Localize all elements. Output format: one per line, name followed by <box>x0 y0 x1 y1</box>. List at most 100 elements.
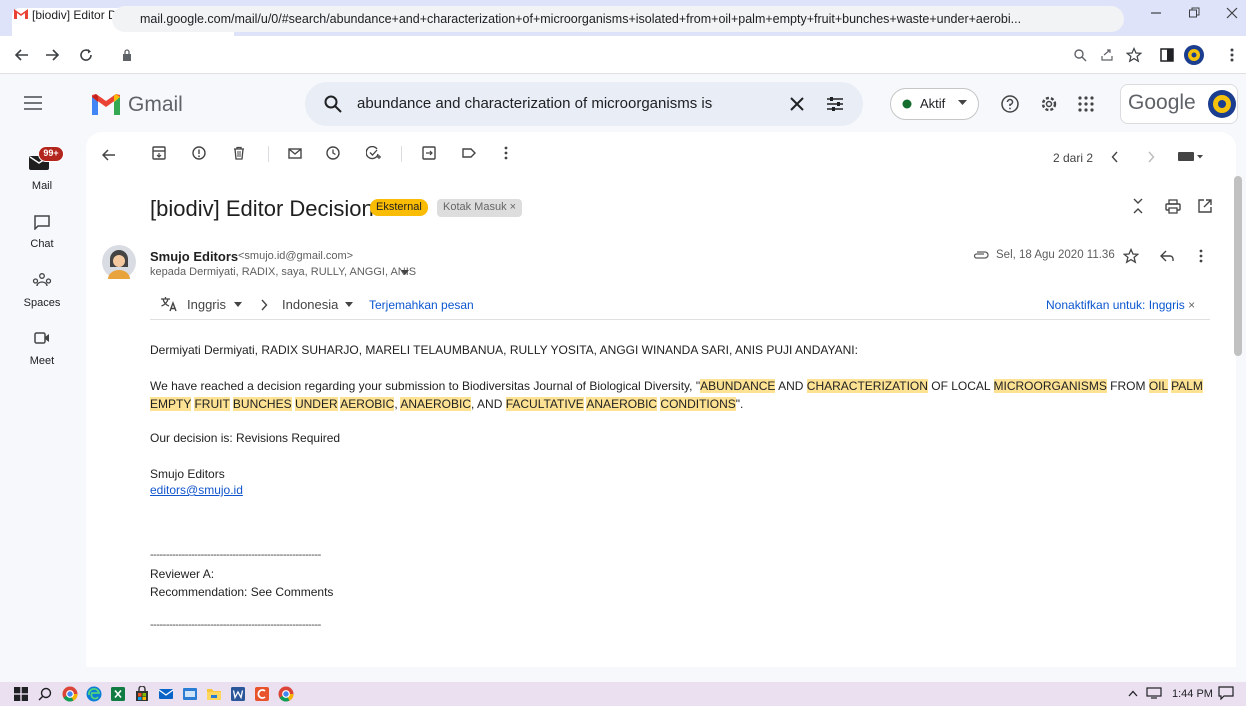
search-input[interactable]: abundance and characterization of microo… <box>357 95 713 112</box>
add-task-icon[interactable] <box>366 146 382 160</box>
email-subject: [biodiv] Editor Decision <box>150 196 374 221</box>
back-arrow-icon[interactable] <box>14 47 30 63</box>
message-more-icon[interactable] <box>1199 249 1203 263</box>
reload-icon[interactable] <box>78 47 94 63</box>
editors-email-link[interactable]: editors@smujo.id <box>150 483 243 497</box>
minimize-icon[interactable] <box>1150 7 1162 19</box>
tray-chevron-up-icon[interactable] <box>1128 690 1138 697</box>
remove-label-icon[interactable]: × <box>510 201 516 213</box>
sender-avatar[interactable] <box>102 245 136 279</box>
move-to-icon[interactable] <box>422 146 436 160</box>
sender-name[interactable]: Smujo Editors <box>150 249 238 264</box>
store-taskbar-icon[interactable] <box>134 686 150 702</box>
app-taskbar-icon[interactable] <box>182 686 198 702</box>
taskbar-clock[interactable]: 1:44 PM <box>1172 688 1213 700</box>
back-to-list-icon[interactable] <box>102 148 116 162</box>
mark-unread-icon[interactable] <box>288 146 302 160</box>
office-taskbar-icon[interactable] <box>254 686 270 702</box>
url-text[interactable]: mail.google.com/mail/u/0/#search/abundan… <box>140 12 1080 26</box>
rail-label-chat[interactable]: Chat <box>14 238 70 250</box>
meet-icon[interactable] <box>34 331 50 345</box>
input-tools-icon[interactable] <box>1178 150 1204 162</box>
body-text-segment: AND <box>775 379 807 393</box>
collapse-all-icon[interactable] <box>1132 198 1144 214</box>
profile-avatar[interactable] <box>1184 45 1204 65</box>
inbox-label-chip[interactable]: Kotak Masuk × <box>437 199 523 217</box>
label-icon[interactable] <box>462 146 476 160</box>
zoom-icon[interactable] <box>1073 48 1087 62</box>
star-icon[interactable] <box>1123 248 1139 264</box>
spaces-icon[interactable] <box>32 273 52 287</box>
help-icon[interactable] <box>1001 95 1019 113</box>
gmail-brand[interactable]: Gmail <box>128 93 183 117</box>
bookmark-star-icon[interactable] <box>1126 47 1142 63</box>
chrome-taskbar-icon[interactable] <box>62 686 78 702</box>
close-translate-icon[interactable]: × <box>1188 298 1195 312</box>
more-actions-icon[interactable] <box>504 146 508 160</box>
archive-icon[interactable] <box>152 146 166 160</box>
search-options-icon[interactable] <box>826 95 844 113</box>
rail-label-mail[interactable]: Mail <box>14 180 70 192</box>
windows-start-icon[interactable] <box>14 687 28 701</box>
chevron-down-icon[interactable] <box>234 302 242 307</box>
toolbar-divider <box>401 146 402 162</box>
next-icon[interactable] <box>1147 151 1155 163</box>
delete-icon[interactable] <box>232 146 246 160</box>
translate-to-label[interactable]: Indonesia <box>282 297 338 312</box>
browser-menu-icon[interactable] <box>1230 48 1234 62</box>
disable-translation-link[interactable]: Nonaktifkan untuk: Inggris × <box>1046 298 1195 312</box>
chevron-down-icon[interactable] <box>345 302 353 307</box>
edge-taskbar-icon[interactable] <box>86 686 102 702</box>
forward-arrow-icon[interactable] <box>44 47 60 63</box>
report-spam-icon[interactable] <box>192 146 206 160</box>
previous-icon[interactable] <box>1111 151 1119 163</box>
lock-icon[interactable] <box>122 49 132 61</box>
network-icon[interactable] <box>1146 687 1162 699</box>
clear-search-icon[interactable] <box>789 96 805 112</box>
account-avatar[interactable] <box>1208 90 1236 118</box>
google-brand[interactable]: Google <box>1128 91 1196 115</box>
status-label[interactable]: Aktif <box>920 96 945 111</box>
chrome-active-taskbar-icon[interactable] <box>278 686 294 702</box>
search-highlight: PALM <box>1171 379 1203 393</box>
taskbar-search-icon[interactable] <box>38 687 52 701</box>
notification-center-icon[interactable] <box>1218 686 1234 700</box>
attachment-icon <box>973 250 989 260</box>
rail-label-meet[interactable]: Meet <box>14 355 70 367</box>
disable-translation-text[interactable]: Nonaktifkan untuk: Inggris <box>1046 298 1185 312</box>
search-highlight: BUNCHES <box>232 397 292 411</box>
print-icon[interactable] <box>1165 199 1181 214</box>
email-paragraph: We have reached a decision regarding you… <box>150 377 1220 413</box>
separator-line: ----------------------------------------… <box>150 619 321 631</box>
share-icon[interactable] <box>1100 48 1114 62</box>
restore-icon[interactable] <box>1188 7 1200 19</box>
search-highlight: UNDER <box>294 397 338 411</box>
open-new-window-icon[interactable] <box>1198 199 1212 213</box>
apps-grid-icon[interactable] <box>1078 96 1094 112</box>
scrollbar-thumb[interactable] <box>1234 176 1242 356</box>
translate-from-label[interactable]: Inggris <box>187 297 226 312</box>
external-label-chip: Eksternal <box>370 199 428 216</box>
chat-icon[interactable] <box>34 215 50 230</box>
reply-icon[interactable] <box>1160 250 1174 262</box>
translate-from-select[interactable]: Inggris <box>187 297 226 312</box>
translate-to-select[interactable]: Indonesia <box>282 297 338 312</box>
close-window-icon[interactable] <box>1226 7 1238 19</box>
signature-email-link[interactable]: editors@smujo.id <box>150 483 243 497</box>
translate-message-link[interactable]: Terjemahkan pesan <box>369 298 474 312</box>
main-menu-icon[interactable] <box>24 96 42 110</box>
excel-taskbar-icon[interactable] <box>110 686 126 702</box>
search-highlight: OIL <box>1148 379 1168 393</box>
chevron-down-icon[interactable] <box>958 100 967 106</box>
search-icon[interactable] <box>324 95 342 113</box>
rail-label-spaces[interactable]: Spaces <box>14 297 70 309</box>
snooze-icon[interactable] <box>326 146 340 160</box>
file-explorer-taskbar-icon[interactable] <box>206 686 222 702</box>
recommendation-text: Recommendation: See Comments <box>150 585 334 599</box>
mail-taskbar-icon[interactable] <box>158 686 174 702</box>
recipient-details-chevron-icon[interactable] <box>401 270 409 275</box>
gmail-logo-icon[interactable] <box>92 94 120 115</box>
word-taskbar-icon[interactable] <box>230 686 246 702</box>
settings-gear-icon[interactable] <box>1040 95 1058 113</box>
side-panel-icon[interactable] <box>1160 48 1174 62</box>
